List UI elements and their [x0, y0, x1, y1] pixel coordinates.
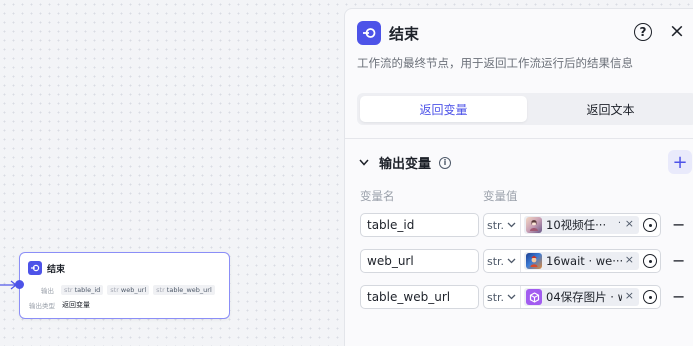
clear-reference-icon[interactable]: × [625, 289, 634, 302]
type-select[interactable]: str. [484, 214, 521, 236]
node-title: 结束 [47, 264, 66, 275]
type-select[interactable]: str. [484, 250, 521, 272]
node-output-chip: str web_url [107, 285, 150, 295]
panel-title: 结束 [389, 25, 420, 43]
reference-suffix: · [617, 218, 621, 229]
avatar-thumbnail [526, 217, 542, 233]
chevron-down-icon [507, 294, 516, 300]
remove-variable-button[interactable]: − [672, 287, 685, 306]
end-node-icon [28, 261, 42, 275]
end-node-icon [357, 21, 381, 45]
column-header-value: 变量值 [483, 189, 518, 203]
tab-return-text[interactable]: 返回文本 [527, 96, 693, 122]
variable-value-field: str. 10视频任··· · × [483, 213, 661, 237]
reference-label: 10视频任··· [546, 218, 607, 232]
variable-reference-chip[interactable]: 16wait · we··· × [524, 252, 639, 270]
end-node-card[interactable]: 结束 输出 str table_id str web_url str table_we… [15, 252, 230, 319]
variable-picker-icon[interactable] [643, 218, 657, 232]
type-select-label: str. [487, 218, 505, 232]
variable-reference-chip[interactable]: 10视频任··· · × [524, 216, 639, 234]
add-variable-button[interactable]: + [668, 150, 692, 174]
cube-icon [526, 289, 542, 305]
remove-variable-button[interactable]: − [672, 251, 685, 270]
clear-reference-icon[interactable]: × [625, 217, 634, 230]
output-mode-tabs: 返回变量 返回文本 [357, 93, 693, 125]
chevron-down-icon [507, 258, 516, 264]
game-thumbnail [526, 253, 542, 269]
variable-name-input[interactable]: web_url [360, 249, 479, 273]
column-header-name: 变量名 [360, 189, 395, 203]
input-port[interactable] [15, 280, 24, 289]
variable-picker-icon[interactable] [643, 254, 657, 268]
type-select-label: str. [487, 290, 505, 304]
chevron-down-icon[interactable] [357, 156, 371, 170]
variable-name-input[interactable]: table_web_url [360, 285, 479, 309]
panel-description: 工作流的最终节点，用于返回工作流运行后的结果信息 [357, 56, 633, 70]
help-icon[interactable]: ? [634, 23, 652, 41]
variable-value-field: str. 04保存图片 · w × [483, 285, 661, 309]
reference-label: 16wait · we··· [546, 254, 622, 268]
node-type-label: 输出类型 [29, 302, 55, 310]
variable-picker-icon[interactable] [643, 290, 657, 304]
type-select[interactable]: str. [484, 286, 521, 308]
clear-reference-icon[interactable]: × [625, 253, 634, 266]
info-icon[interactable]: i [439, 156, 452, 169]
node-type-value: 返回变量 [62, 301, 90, 309]
variable-name-input[interactable]: table_id [360, 213, 479, 237]
chevron-down-icon [507, 222, 516, 228]
divider [345, 138, 693, 139]
type-select-label: str. [487, 254, 505, 268]
end-node-settings-panel: 结束 ? × 工作流的最终节点，用于返回工作流运行后的结果信息 返回变量 返回文… [344, 8, 693, 346]
variable-value-field: str. 16wait · we··· × [483, 249, 661, 273]
node-output-label: 输出 [41, 287, 54, 295]
section-title: 输出变量 [379, 157, 432, 172]
reference-label: 04保存图片 · w [546, 290, 622, 304]
close-icon[interactable]: × [669, 20, 685, 42]
tab-return-variable[interactable]: 返回变量 [360, 96, 527, 122]
node-output-chip: str table_id [61, 285, 104, 295]
node-output-chip: str table_web_url [153, 285, 215, 295]
remove-variable-button[interactable]: − [672, 215, 685, 234]
variable-reference-chip[interactable]: 04保存图片 · w × [524, 288, 639, 306]
